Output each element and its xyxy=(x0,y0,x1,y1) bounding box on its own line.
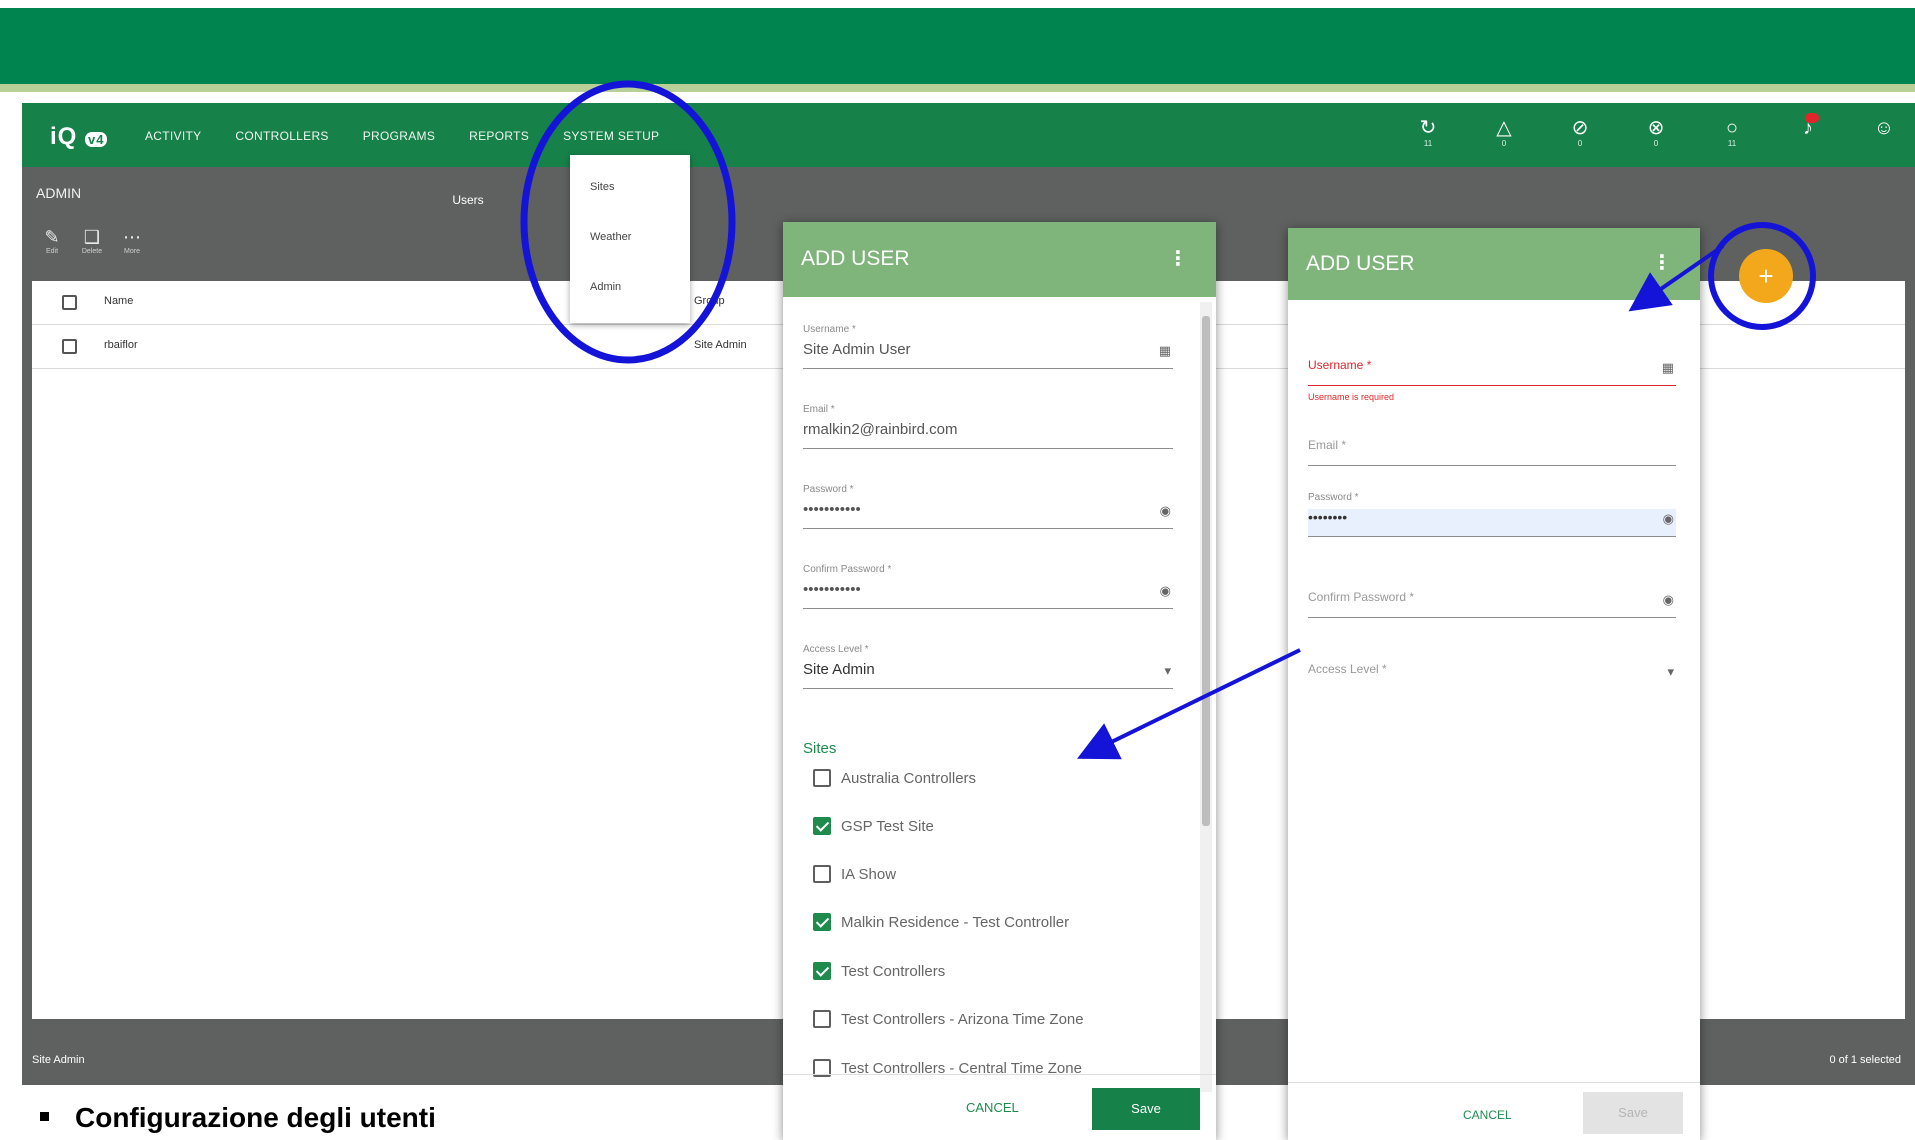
nav-controllers[interactable]: CONTROLLERS xyxy=(235,129,328,143)
page-title: ADMIN xyxy=(36,185,82,201)
add-user-dialog-empty: ADD USER ⋮ Username * ▦ Username is requi… xyxy=(1288,228,1700,1140)
eye-icon[interactable]: ◉ xyxy=(1160,503,1171,519)
selection-count: 0 of 1 selected xyxy=(1829,1054,1901,1066)
top-navigation-bar: iQ v4 ACTIVITY CONTROLLERS PROGRAMS REPO… xyxy=(22,103,1915,167)
dialog-footer-divider xyxy=(783,1074,1216,1075)
eye-icon[interactable]: ◉ xyxy=(1160,583,1171,599)
blocked-icon[interactable]: ⊘ 0 xyxy=(1567,117,1593,149)
password-field[interactable]: Password * •••••••• ◉ xyxy=(1308,492,1676,537)
checkbox[interactable] xyxy=(813,865,831,883)
password-field[interactable]: Password * ••••••••••• ◉ xyxy=(803,484,1173,529)
bulb-icon[interactable]: ○ 11 xyxy=(1719,117,1745,149)
bell-icon[interactable]: ♪ xyxy=(1795,113,1821,149)
nav-system-setup[interactable]: SYSTEM SETUP xyxy=(563,129,659,143)
email-field[interactable]: Email * rmalkin2@rainbird.com xyxy=(803,404,1173,449)
menu-item-weather[interactable]: Weather xyxy=(590,231,631,243)
user-icon[interactable]: ☺ xyxy=(1871,117,1897,149)
row-group: Site Admin xyxy=(694,339,747,351)
save-button-disabled[interactable]: Save xyxy=(1583,1092,1683,1134)
nav-activity[interactable]: ACTIVITY xyxy=(145,129,201,143)
site-checkbox-ia-show[interactable]: IA Show xyxy=(813,863,896,885)
slide-header-band xyxy=(0,8,1915,84)
site-checkbox-malkin[interactable]: Malkin Residence - Test Controller xyxy=(813,911,1069,933)
dialog-scrollbar[interactable] xyxy=(1200,302,1212,1092)
select-all-checkbox[interactable] xyxy=(62,295,77,310)
dialog-footer-divider xyxy=(1288,1082,1700,1083)
dialog-header: ADD USER ⋮ xyxy=(783,222,1216,297)
cancel-button[interactable]: CANCEL xyxy=(1463,1108,1512,1122)
dialog-title: ADD USER xyxy=(1306,252,1415,275)
access-level-select[interactable]: Access Level * ▾ xyxy=(1308,656,1676,690)
edit-button[interactable]: ✎ Edit xyxy=(32,227,72,255)
offline-icon[interactable]: ⊗ 0 xyxy=(1643,117,1669,149)
checkbox[interactable] xyxy=(813,962,831,980)
sync-icon[interactable]: ↻ 11 xyxy=(1415,117,1441,149)
confirm-password-field[interactable]: Confirm Password * ◉ xyxy=(1308,584,1676,618)
access-level-select[interactable]: Access Level * Site Admin ▾ xyxy=(803,644,1173,689)
eye-icon[interactable]: ◉ xyxy=(1663,592,1674,608)
status-left-text: Site Admin xyxy=(32,1054,85,1066)
confirm-password-field[interactable]: Confirm Password * ••••••••••• ◉ xyxy=(803,564,1173,609)
delete-button[interactable]: ❑ Delete xyxy=(72,227,112,255)
username-error: Username is required xyxy=(1308,392,1395,402)
more-icon: ⋯ xyxy=(123,227,141,247)
main-nav: ACTIVITY CONTROLLERS PROGRAMS REPORTS SY… xyxy=(145,129,659,143)
site-checkbox-arizona[interactable]: Test Controllers - Arizona Time Zone xyxy=(813,1008,1084,1030)
username-field[interactable]: Username * ▦ Username is required xyxy=(1308,352,1676,402)
site-checkbox-test-controllers[interactable]: Test Controllers xyxy=(813,960,945,982)
chevron-down-icon: ▾ xyxy=(1667,664,1674,679)
save-button[interactable]: Save xyxy=(1092,1088,1200,1130)
row-name: rbaiflor xyxy=(104,339,138,351)
app-logo[interactable]: iQ v4 xyxy=(50,123,108,151)
scrollbar-thumb[interactable] xyxy=(1202,316,1210,826)
delete-icon: ❑ xyxy=(83,227,101,247)
menu-item-sites[interactable]: Sites xyxy=(590,181,614,193)
checkbox[interactable] xyxy=(813,769,831,787)
sites-heading: Sites xyxy=(803,740,837,757)
eye-icon[interactable]: ◉ xyxy=(1663,511,1674,527)
nav-programs[interactable]: PROGRAMS xyxy=(363,129,435,143)
chevron-down-icon: ▾ xyxy=(1164,663,1171,678)
slide-header-divider xyxy=(0,84,1915,92)
email-field[interactable]: Email * xyxy=(1308,432,1676,466)
nav-reports[interactable]: REPORTS xyxy=(469,129,529,143)
kebab-menu-icon[interactable]: ⋮ xyxy=(1168,246,1188,271)
checkbox[interactable] xyxy=(813,913,831,931)
page-subbar: ADMIN Users xyxy=(22,167,1915,220)
site-checkbox-gsp[interactable]: GSP Test Site xyxy=(813,815,934,837)
username-field[interactable]: Username * Site Admin User ▦ xyxy=(803,324,1173,369)
dialog-title: ADD USER xyxy=(801,247,910,270)
bullet-marker xyxy=(40,1112,49,1122)
cancel-button[interactable]: CANCEL xyxy=(966,1100,1019,1115)
warning-icon[interactable]: △ 0 xyxy=(1491,117,1517,149)
site-checkbox-australia[interactable]: Australia Controllers xyxy=(813,767,976,789)
slide-caption: Configurazione degli utenti xyxy=(40,1102,436,1134)
id-card-icon: ▦ xyxy=(1661,360,1674,375)
kebab-menu-icon[interactable]: ⋮ xyxy=(1652,250,1672,275)
checkbox[interactable] xyxy=(813,817,831,835)
header-group[interactable]: Group xyxy=(694,295,725,307)
checkbox[interactable] xyxy=(813,1010,831,1028)
row-checkbox[interactable] xyxy=(62,339,77,354)
header-name[interactable]: Name xyxy=(104,295,133,307)
menu-item-admin[interactable]: Admin xyxy=(590,281,621,293)
id-card-icon: ▦ xyxy=(1158,343,1171,358)
tab-users[interactable]: Users xyxy=(442,193,494,220)
system-setup-menu: Sites Weather Admin xyxy=(570,155,690,323)
add-user-fab-button[interactable]: + xyxy=(1739,249,1793,303)
notification-badge xyxy=(1805,113,1819,123)
dialog-header: ADD USER ⋮ xyxy=(1288,228,1700,300)
edit-icon: ✎ xyxy=(44,227,60,247)
site-checkbox-central[interactable]: Test Controllers - Central Time Zone xyxy=(813,1057,1082,1079)
add-user-dialog-filled: ADD USER ⋮ Username * Site Admin User ▦ E… xyxy=(783,222,1216,1140)
more-button[interactable]: ⋯ More xyxy=(112,227,152,255)
status-icons: ↻ 11 △ 0 ⊘ 0 ⊗ 0 ○ 11 ♪ ☺ xyxy=(1415,113,1897,149)
